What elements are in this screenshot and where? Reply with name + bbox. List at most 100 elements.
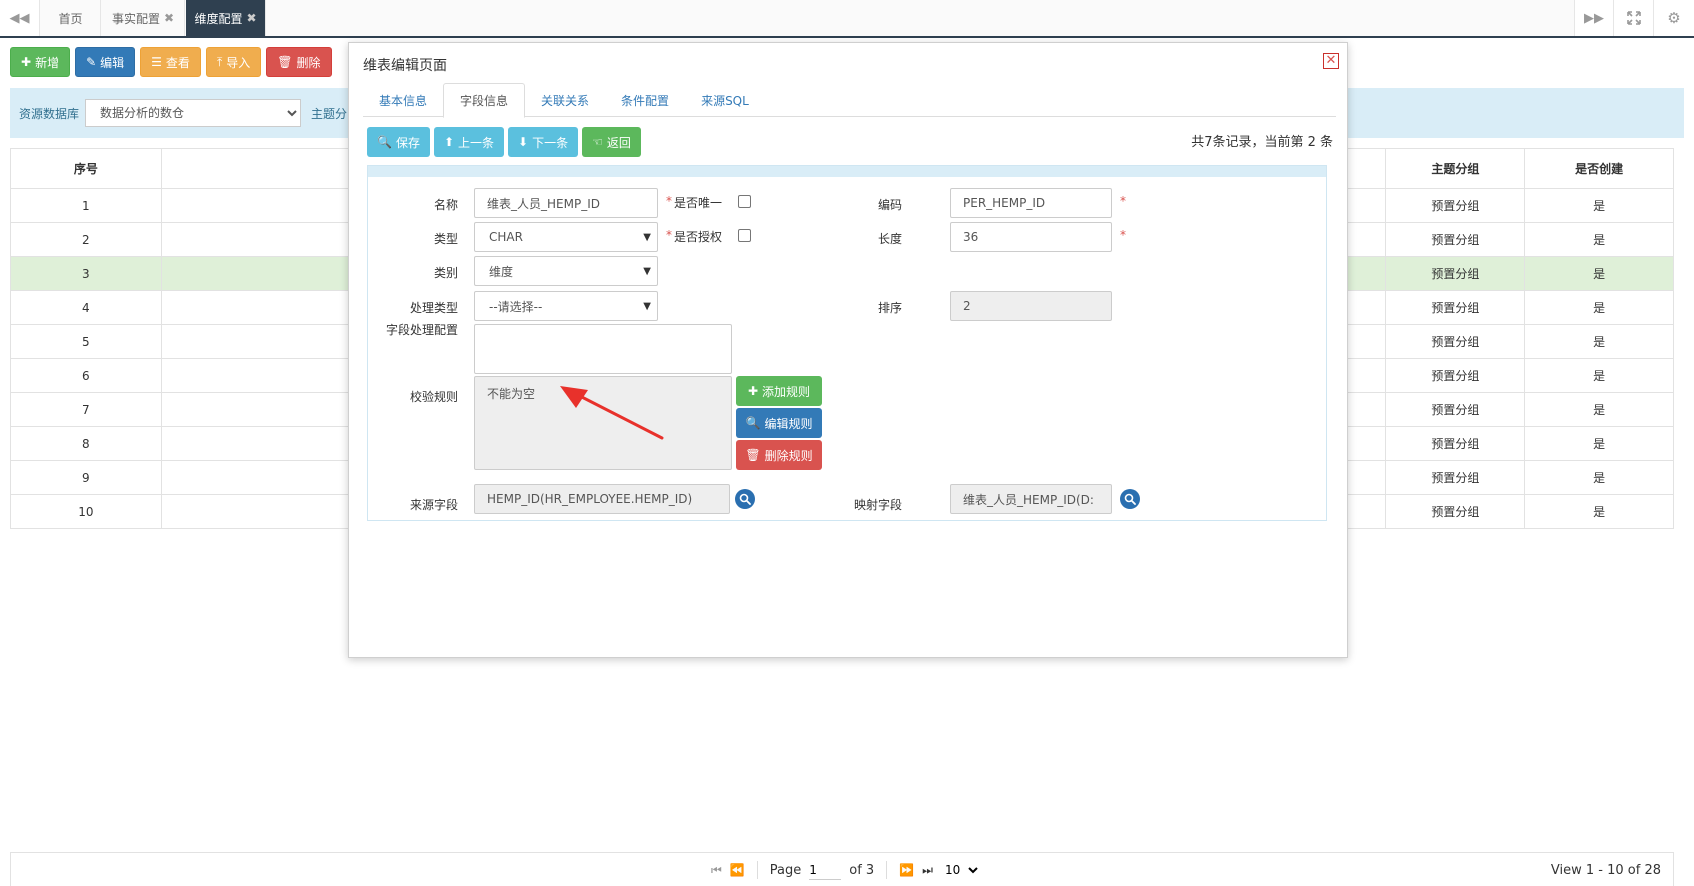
prev-page-icon[interactable]: ⏪ — [730, 863, 745, 877]
scroll-tabs-right-button[interactable]: ▶▶ — [1574, 0, 1614, 36]
annotation-arrow — [560, 386, 664, 440]
gear-icon: ⚙ — [1667, 9, 1681, 27]
modal-tabs: 基本信息 字段信息 关联关系 条件配置 来源SQL — [363, 83, 1336, 118]
category-select[interactable]: 维度 ▼ — [474, 256, 658, 286]
order-label: 排序 — [877, 301, 902, 315]
source-field-input[interactable]: HEMP_ID(HR_EMPLOYEE.HEMP_ID) — [474, 484, 730, 514]
double-chevron-right-icon: ▶▶ — [1584, 10, 1604, 26]
type-select[interactable]: CHAR ▼ — [474, 222, 658, 252]
process-config-label: 字段处理配置 — [385, 323, 458, 337]
process-type-select[interactable]: --请选择-- ▼ — [474, 291, 658, 321]
tab-basic-info[interactable]: 基本信息 — [363, 83, 443, 117]
required-mark: * — [666, 194, 672, 208]
type-label: 类型 — [433, 232, 458, 246]
mapping-field-label: 映射字段 — [853, 498, 902, 512]
chevron-down-icon: ▼ — [643, 265, 651, 277]
page-number-input[interactable] — [809, 860, 842, 880]
tab-condition-config[interactable]: 条件配置 — [605, 83, 685, 117]
code-input[interactable]: PER_HEMP_ID — [950, 188, 1112, 218]
rule-label: 校验规则 — [409, 390, 458, 404]
mapping-field-input[interactable]: 维表_人员_HEMP_ID(D: — [950, 484, 1112, 514]
auth-label: 是否授权 — [674, 230, 723, 244]
rule-item[interactable]: 不能为空 — [487, 387, 535, 401]
pager-separator — [886, 861, 888, 879]
arrow-up-icon: ⬆ — [443, 135, 455, 149]
process-type-label: 处理类型 — [409, 301, 458, 315]
search-icon: 🔍 — [745, 416, 761, 430]
close-icon[interactable]: ✖ — [246, 11, 256, 25]
page-size-select[interactable]: 10 — [940, 860, 981, 880]
add-rule-button[interactable]: ✚ 添加规则 — [736, 376, 822, 406]
modal-toolbar: 🔍 保存 ⬆ 上一条 ⬇ 下一条 ☜ 返回 — [367, 127, 641, 157]
plus-icon: ✚ — [21, 55, 32, 69]
main-toolbar: ✚ 新增 ✎ 编辑 ☰ 查看 ⤒ 导入 🗑 删除 — [10, 47, 332, 77]
tab-dimension-config[interactable]: 维度配置 ✖ — [186, 0, 266, 36]
source-field-search-button[interactable] — [735, 489, 755, 509]
modal-close-button[interactable]: ✕ — [1323, 53, 1339, 69]
delete-rule-button[interactable]: 🗑 删除规则 — [736, 440, 822, 470]
delete-button[interactable]: 🗑 删除 — [266, 47, 332, 77]
unique-checkbox[interactable] — [738, 195, 751, 208]
name-input[interactable]: 维表_人员_HEMP_ID — [474, 188, 658, 218]
trash-icon: 🗑 — [277, 55, 293, 69]
edit-button[interactable]: ✎ 编辑 — [75, 47, 136, 77]
grid-footer: ⏮ ⏪ Page of 3 ⏩ ⏭ 10 View 1 - 10 of 28 — [10, 852, 1674, 886]
tab-field-info[interactable]: 字段信息 — [443, 83, 526, 118]
next-page-icon[interactable]: ⏩ — [899, 863, 914, 877]
length-label: 长度 — [877, 232, 902, 246]
category-label: 类别 — [433, 266, 458, 280]
save-button[interactable]: 🔍 保存 — [367, 127, 430, 157]
back-button[interactable]: ☜ 返回 — [582, 127, 641, 157]
close-icon[interactable]: ✖ — [164, 11, 174, 25]
order-input[interactable]: 2 — [950, 291, 1112, 321]
modal-title: 维表编辑页面 — [363, 58, 447, 74]
top-tab-bar: ◀◀ 首页 事实配置 ✖ 维度配置 ✖ ▶▶ ⚙ — [0, 0, 1694, 38]
tab-source-sql[interactable]: 来源SQL — [685, 83, 765, 117]
tab-home[interactable]: 首页 — [41, 0, 101, 36]
fullscreen-icon — [1626, 11, 1641, 25]
list-icon: ☰ — [151, 55, 162, 69]
header-group[interactable]: 主题分组 — [1385, 148, 1526, 189]
close-icon: ✕ — [1325, 53, 1337, 68]
dimension-edit-modal: 维表编辑页面 ✕ 基本信息 字段信息 关联关系 条件配置 来源SQL 🔍 保存 … — [348, 42, 1348, 658]
process-config-textarea[interactable] — [474, 324, 732, 374]
upload-icon: ⤒ — [216, 54, 223, 69]
unique-label: 是否唯一 — [674, 196, 723, 210]
header-created[interactable]: 是否创建 — [1524, 148, 1674, 189]
tab-fact-config[interactable]: 事实配置 ✖ — [102, 0, 185, 36]
last-page-icon[interactable]: ⏭ — [922, 863, 933, 878]
search-icon — [739, 493, 751, 505]
edit-rule-button[interactable]: 🔍 编辑规则 — [736, 408, 822, 438]
panel-header — [368, 166, 1326, 177]
length-input[interactable]: 36 — [950, 222, 1112, 252]
page-count-label: of 3 — [849, 862, 875, 878]
trash-icon: 🗑 — [745, 448, 761, 462]
scroll-tabs-left-button[interactable]: ◀◀ — [0, 0, 40, 36]
page-label: Page — [769, 862, 802, 878]
view-button[interactable]: ☰ 查看 — [140, 47, 201, 77]
arrow-down-icon: ⬇ — [518, 135, 529, 149]
double-chevron-left-icon: ◀◀ — [9, 10, 30, 26]
db-select[interactable]: 数据分析的数仓 — [85, 99, 302, 127]
edit-icon: ✎ — [86, 55, 97, 69]
source-field-label: 来源字段 — [409, 498, 458, 512]
search-icon — [1124, 493, 1136, 505]
first-page-icon[interactable]: ⏮ — [711, 863, 722, 878]
auth-checkbox[interactable] — [738, 229, 751, 242]
add-button[interactable]: ✚ 新增 — [10, 47, 71, 77]
topic-label: 主题分 — [311, 106, 348, 121]
next-record-button[interactable]: ⬇ 下一条 — [508, 127, 579, 157]
mapping-field-search-button[interactable] — [1120, 489, 1140, 509]
header-seq[interactable]: 序号 — [10, 148, 162, 189]
pager-separator — [756, 861, 758, 879]
tab-relations[interactable]: 关联关系 — [525, 83, 605, 117]
chevron-down-icon: ▼ — [643, 231, 651, 243]
fullscreen-button[interactable] — [1614, 0, 1654, 36]
chevron-down-icon: ▼ — [643, 300, 651, 312]
record-info: 共7条记录，当前第 2 条 — [1191, 135, 1333, 150]
prev-record-button[interactable]: ⬆ 上一条 — [433, 127, 505, 157]
import-button[interactable]: ⤒ 导入 — [205, 47, 262, 77]
settings-button[interactable]: ⚙ — [1654, 0, 1694, 36]
search-icon: 🔍 — [377, 135, 392, 149]
code-label: 编码 — [877, 198, 902, 212]
